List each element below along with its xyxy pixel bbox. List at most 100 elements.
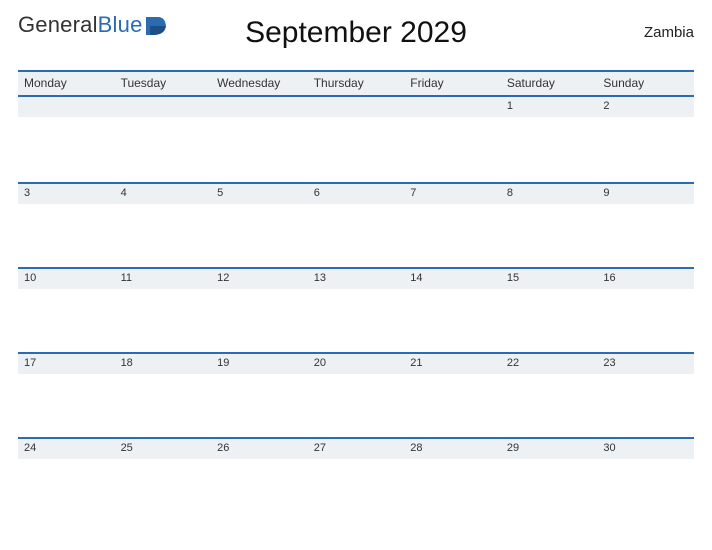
day-cell: 6 <box>308 182 405 267</box>
day-number: 3 <box>18 182 115 204</box>
day-body <box>211 117 308 182</box>
day-cell: 27 <box>308 437 405 522</box>
day-number: 16 <box>597 267 694 289</box>
dow-cell: Sunday <box>597 72 694 95</box>
day-number <box>211 97 308 117</box>
day-body <box>308 117 405 182</box>
day-number: 4 <box>115 182 212 204</box>
dow-cell: Tuesday <box>115 72 212 95</box>
calendar: Monday Tuesday Wednesday Thursday Friday… <box>18 70 694 522</box>
day-cell: 22 <box>501 352 598 437</box>
header: GeneralBlue September 2029 Zambia <box>18 10 694 66</box>
day-body <box>115 374 212 439</box>
day-number: 24 <box>18 437 115 459</box>
day-cell: 15 <box>501 267 598 352</box>
day-body <box>501 374 598 439</box>
day-body <box>211 289 308 354</box>
day-number: 23 <box>597 352 694 374</box>
day-cell: 5 <box>211 182 308 267</box>
day-body <box>18 204 115 269</box>
dow-cell: Wednesday <box>211 72 308 95</box>
day-number <box>115 97 212 117</box>
dow-cell: Thursday <box>308 72 405 95</box>
day-cell: 28 <box>404 437 501 522</box>
day-body <box>404 117 501 182</box>
day-body <box>18 289 115 354</box>
day-cell: 14 <box>404 267 501 352</box>
day-body <box>115 289 212 354</box>
day-body <box>501 289 598 354</box>
day-body <box>597 374 694 439</box>
day-number: 2 <box>597 97 694 117</box>
day-number: 13 <box>308 267 405 289</box>
day-body <box>115 459 212 524</box>
dow-cell: Monday <box>18 72 115 95</box>
day-body <box>404 289 501 354</box>
day-cell: 26 <box>211 437 308 522</box>
day-cell <box>211 97 308 182</box>
day-body <box>404 459 501 524</box>
day-number: 14 <box>404 267 501 289</box>
day-body <box>18 117 115 182</box>
day-cell: 12 <box>211 267 308 352</box>
day-number: 9 <box>597 182 694 204</box>
day-body <box>597 289 694 354</box>
day-cell: 8 <box>501 182 598 267</box>
day-body <box>404 374 501 439</box>
day-body <box>597 204 694 269</box>
page-title: September 2029 <box>18 16 694 50</box>
calendar-page: GeneralBlue September 2029 Zambia Monday… <box>0 0 712 550</box>
day-number: 5 <box>211 182 308 204</box>
day-cell: 19 <box>211 352 308 437</box>
day-body <box>501 204 598 269</box>
day-cell <box>18 97 115 182</box>
day-cell: 16 <box>597 267 694 352</box>
day-number: 25 <box>115 437 212 459</box>
day-number: 15 <box>501 267 598 289</box>
day-cell: 7 <box>404 182 501 267</box>
day-number: 11 <box>115 267 212 289</box>
dow-cell: Saturday <box>501 72 598 95</box>
day-number: 19 <box>211 352 308 374</box>
day-number: 29 <box>501 437 598 459</box>
day-cell: 13 <box>308 267 405 352</box>
day-number: 1 <box>501 97 598 117</box>
day-cell: 24 <box>18 437 115 522</box>
day-body <box>597 117 694 182</box>
day-number: 12 <box>211 267 308 289</box>
day-cell <box>115 97 212 182</box>
day-cell: 18 <box>115 352 212 437</box>
week-row: 3 4 5 6 7 8 9 <box>18 182 694 267</box>
calendar-weeks: 1 2 3 4 5 6 7 8 9 10 11 12 13 14 15 16 <box>18 97 694 522</box>
day-cell: 2 <box>597 97 694 182</box>
day-number: 30 <box>597 437 694 459</box>
day-number: 28 <box>404 437 501 459</box>
day-body <box>501 459 598 524</box>
day-number: 17 <box>18 352 115 374</box>
day-cell: 25 <box>115 437 212 522</box>
week-row: 24 25 26 27 28 29 30 <box>18 437 694 522</box>
day-body <box>211 459 308 524</box>
day-number <box>404 97 501 117</box>
day-cell: 20 <box>308 352 405 437</box>
week-row: 10 11 12 13 14 15 16 <box>18 267 694 352</box>
day-number <box>308 97 405 117</box>
day-number: 22 <box>501 352 598 374</box>
day-body <box>211 204 308 269</box>
day-body <box>18 374 115 439</box>
day-cell: 10 <box>18 267 115 352</box>
day-cell: 30 <box>597 437 694 522</box>
week-row: 1 2 <box>18 97 694 182</box>
day-cell: 23 <box>597 352 694 437</box>
day-cell: 17 <box>18 352 115 437</box>
day-body <box>115 117 212 182</box>
day-cell: 9 <box>597 182 694 267</box>
day-body <box>597 459 694 524</box>
day-number: 20 <box>308 352 405 374</box>
day-number: 27 <box>308 437 405 459</box>
day-number: 18 <box>115 352 212 374</box>
day-number: 7 <box>404 182 501 204</box>
day-body <box>18 459 115 524</box>
day-body <box>501 117 598 182</box>
day-body <box>115 204 212 269</box>
